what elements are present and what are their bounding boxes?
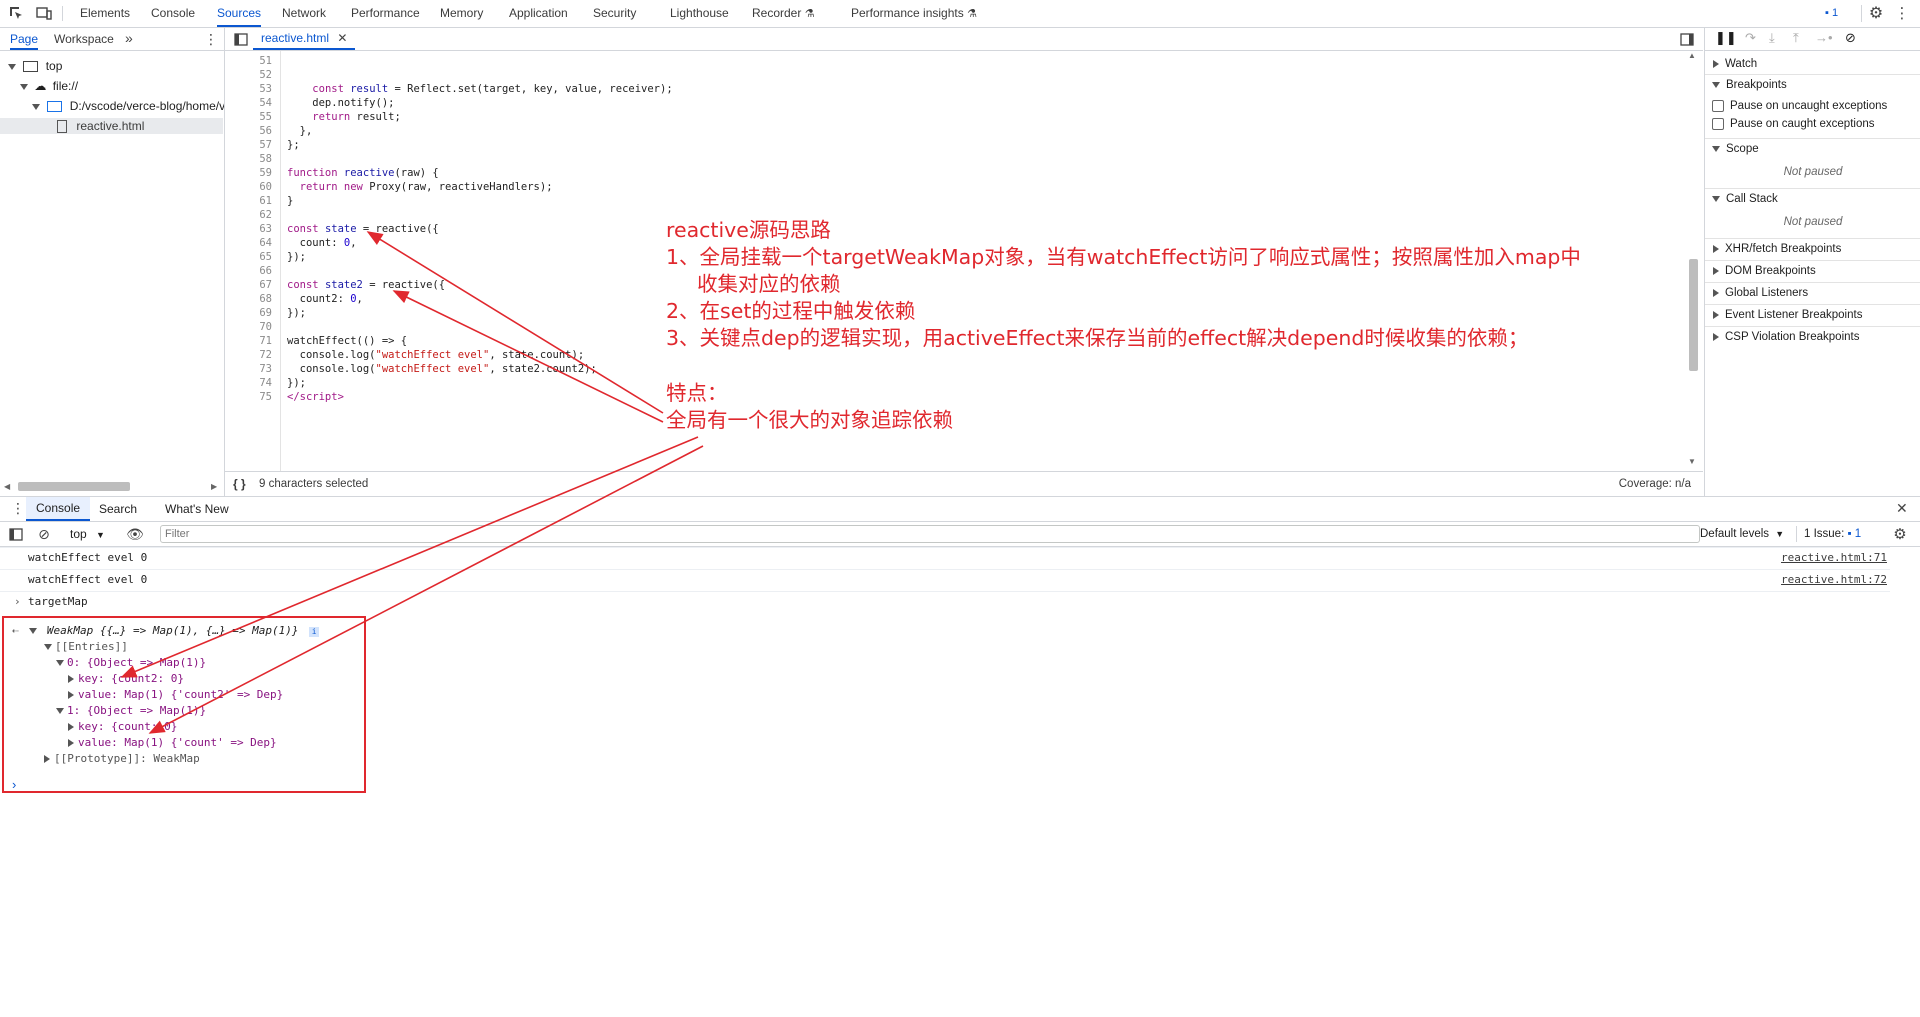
annotation-feature: 全局有一个很大的对象追踪依赖 <box>666 408 953 432</box>
annotation-arrows <box>120 231 704 734</box>
annotation-title: reactive源码思路 <box>666 218 831 242</box>
annotation-arrow <box>392 290 664 423</box>
annotation-point-1-cont: 收集对应的依赖 <box>697 272 841 296</box>
annotation-arrow <box>120 436 699 678</box>
annotation-arrow <box>148 445 704 734</box>
annotation-arrow <box>366 231 664 414</box>
annotation-feature-title: 特点： <box>666 381 728 405</box>
annotation-point-3: 3、关键点dep的逻辑实现，用activeEffect来保存当前的effect解… <box>666 326 1529 350</box>
annotation-point-2: 2、在set的过程中触发依赖 <box>666 299 916 323</box>
annotation-point-1: 1、全局挂载一个targetWeakMap对象，当有watchEffect访问了… <box>666 245 1581 269</box>
